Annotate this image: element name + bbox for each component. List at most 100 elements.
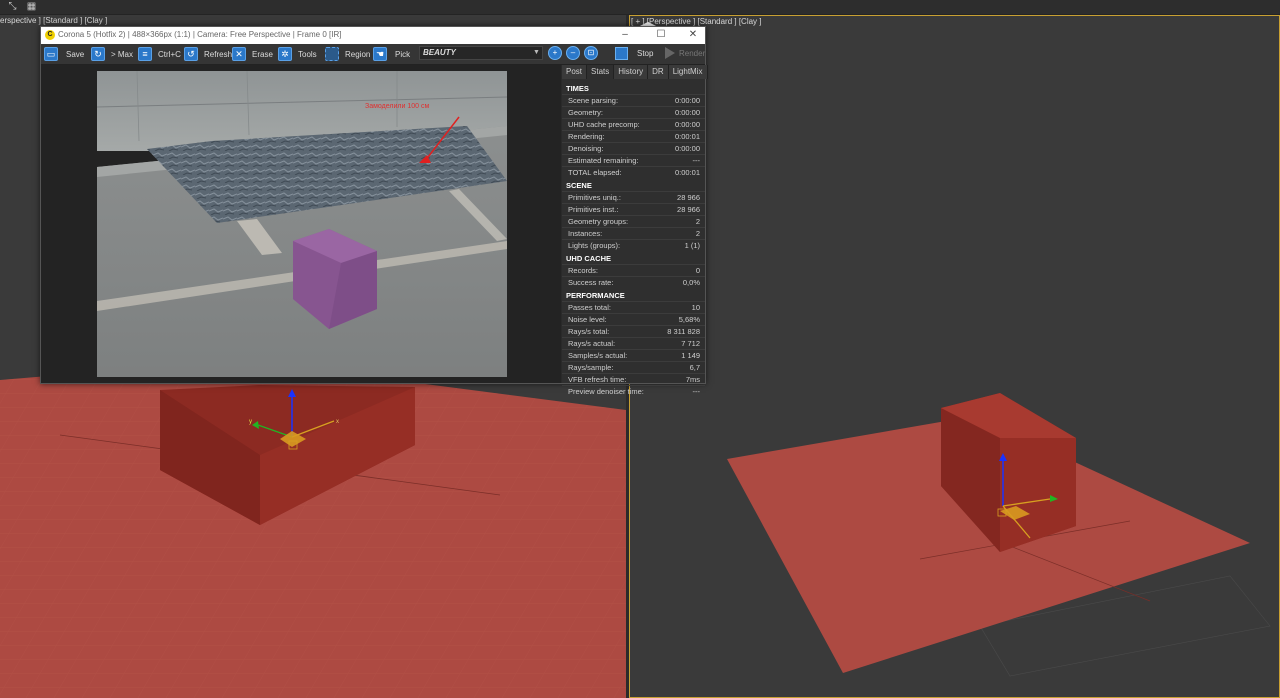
render-play-icon[interactable] xyxy=(665,47,675,59)
stat-row: Geometry: 0:00:00 xyxy=(562,106,705,118)
stat-row: Noise level: 5,68% xyxy=(562,313,705,325)
stat-label: Primitives uniq.: xyxy=(568,193,621,202)
stat-row: Rays/s total: 8 311 828 xyxy=(562,325,705,337)
right-viewport[interactable]: [ + ] [Perspective ] [Standard ] [Clay ] xyxy=(629,15,1280,698)
tools-button[interactable]: ✲ Tools xyxy=(278,46,317,62)
refresh-label: Refresh xyxy=(204,49,233,59)
stat-value: 0:00:00 xyxy=(674,144,700,153)
stat-label: Passes total: xyxy=(568,303,611,312)
corona-logo-icon: C xyxy=(45,30,55,40)
corona-vfb-window[interactable]: C Corona 5 (Hotfix 2) | 488×366px (1:1) … xyxy=(40,26,708,396)
stat-value: 5,68% xyxy=(678,315,700,324)
copy-icon: ≡ xyxy=(138,47,152,61)
max-label: > Max xyxy=(111,49,134,59)
copy-button[interactable]: ≡ Ctrl+C xyxy=(138,46,181,62)
stat-value: 1 149 xyxy=(681,351,700,360)
tools-label: Tools xyxy=(298,49,317,59)
stat-label: Rays/sample: xyxy=(568,363,614,372)
left-viewport-label[interactable]: erspective ] [Standard ] [Clay ] xyxy=(0,16,107,25)
region-label: Region xyxy=(345,49,371,59)
render-element-select[interactable]: BEAUTY xyxy=(419,46,543,60)
stat-value: 7 712 xyxy=(681,339,700,348)
maximize-icon[interactable]: ☐ xyxy=(651,28,671,42)
stat-label: Success rate: xyxy=(568,278,614,287)
section-heading: SCENE xyxy=(566,181,592,190)
stat-label: Rendering: xyxy=(568,132,605,141)
stat-value: 0,0% xyxy=(682,278,700,287)
stop-icon[interactable] xyxy=(615,47,628,60)
erase-label: Erase xyxy=(252,49,273,59)
tool-icon[interactable]: ⤡ xyxy=(7,1,18,12)
stat-row: Primitives inst.: 28 966 xyxy=(562,203,705,215)
stat-label: Geometry: xyxy=(568,108,604,117)
tab-lightmix[interactable]: LightMix xyxy=(668,65,708,79)
right-viewport-scene xyxy=(727,393,1271,677)
stat-value: 0:00:00 xyxy=(674,108,700,117)
stat-row: Lights (groups): 1 (1) xyxy=(562,239,705,251)
render-label[interactable]: Render xyxy=(679,49,705,58)
grid-icon[interactable]: ▦ xyxy=(26,1,37,12)
stat-value: 10 xyxy=(691,303,700,312)
section-heading: TIMES xyxy=(566,84,589,93)
gizmo-y-label: y xyxy=(249,419,252,425)
stat-label: UHD cache precomp: xyxy=(568,120,640,129)
region-button[interactable]: Region xyxy=(325,46,370,62)
tab-stats[interactable]: Stats xyxy=(587,65,615,79)
stat-value: 0:00:00 xyxy=(674,120,700,129)
stat-value: 0:00:01 xyxy=(674,168,700,177)
render-area[interactable]: Замоделили 100 см xyxy=(41,65,561,383)
stat-label: Geometry groups: xyxy=(568,217,629,226)
tab-post[interactable]: Post xyxy=(562,65,588,79)
stat-row: Preview denoiser time: --- xyxy=(562,385,705,397)
top-toolbar: ⤡ ▦ xyxy=(0,0,1280,15)
tab-history[interactable]: History xyxy=(614,65,649,79)
stat-label: Denoising: xyxy=(568,144,604,153)
chevron-down-icon[interactable]: ▼ xyxy=(533,46,543,60)
stat-row: Records: 0 xyxy=(562,264,705,276)
stat-value: 1 (1) xyxy=(684,241,700,250)
stat-value: --- xyxy=(692,156,701,165)
stat-value: 8 311 828 xyxy=(667,327,700,336)
zoom-fit-icon[interactable]: ⊡ xyxy=(584,46,598,60)
stat-row: Scene parsing: 0:00:00 xyxy=(562,94,705,106)
stat-label: Rays/s total: xyxy=(568,327,610,336)
to-max-button[interactable]: ↻ > Max xyxy=(91,46,133,62)
stat-value: --- xyxy=(692,387,701,396)
section-heading: UHD CACHE xyxy=(566,254,611,263)
stat-value: 7ms xyxy=(685,375,700,384)
zoom-out-icon[interactable]: – xyxy=(566,46,580,60)
stats-panel: Post Stats History DR LightMix TIMES Scen… xyxy=(562,65,708,396)
render-image[interactable]: Замоделили 100 см xyxy=(97,71,507,377)
stat-label: VFB refresh time: xyxy=(568,375,627,384)
zoom-in-icon[interactable]: + xyxy=(548,46,562,60)
pick-hand-icon: ☚ xyxy=(373,47,387,61)
vfb-toolbar: ▭ Save ↻ > Max ≡ Ctrl+C ↺ Refresh ✕ Eras… xyxy=(41,44,705,65)
vfb-title-bar[interactable]: C Corona 5 (Hotfix 2) | 488×366px (1:1) … xyxy=(41,27,705,44)
stat-row: TOTAL elapsed: 0:00:01 xyxy=(562,166,705,178)
minimize-icon[interactable]: – xyxy=(615,28,635,42)
stat-row: Estimated remaining: --- xyxy=(562,154,705,166)
stat-row: Geometry groups: 2 xyxy=(562,215,705,227)
stat-label: Noise level: xyxy=(568,315,607,324)
pick-label: Pick xyxy=(395,49,411,59)
copy-label: Ctrl+C xyxy=(158,49,181,59)
save-label: Save xyxy=(66,49,85,59)
save-icon: ▭ xyxy=(44,47,58,61)
stat-value: 28 966 xyxy=(677,193,700,202)
stat-value: 2 xyxy=(695,229,700,238)
refresh-button[interactable]: ↺ Refresh xyxy=(184,46,232,62)
stat-value: 28 966 xyxy=(677,205,700,214)
close-icon[interactable]: ✕ xyxy=(683,28,703,42)
save-button[interactable]: ▭ Save xyxy=(44,46,84,62)
stat-label: Rays/s actual: xyxy=(568,339,616,348)
stat-row: Rays/sample: 6,7 xyxy=(562,361,705,373)
stat-row: VFB refresh time: 7ms xyxy=(562,373,705,385)
tab-dr[interactable]: DR xyxy=(648,65,669,79)
pick-button[interactable]: ☚ Pick xyxy=(373,46,410,62)
stop-label[interactable]: Stop xyxy=(637,49,653,58)
stat-label: Scene parsing: xyxy=(568,96,619,105)
stat-label: Primitives inst.: xyxy=(568,205,619,214)
stat-label: Samples/s actual: xyxy=(568,351,628,360)
max-icon: ↻ xyxy=(91,47,105,61)
erase-button[interactable]: ✕ Erase xyxy=(232,46,273,62)
